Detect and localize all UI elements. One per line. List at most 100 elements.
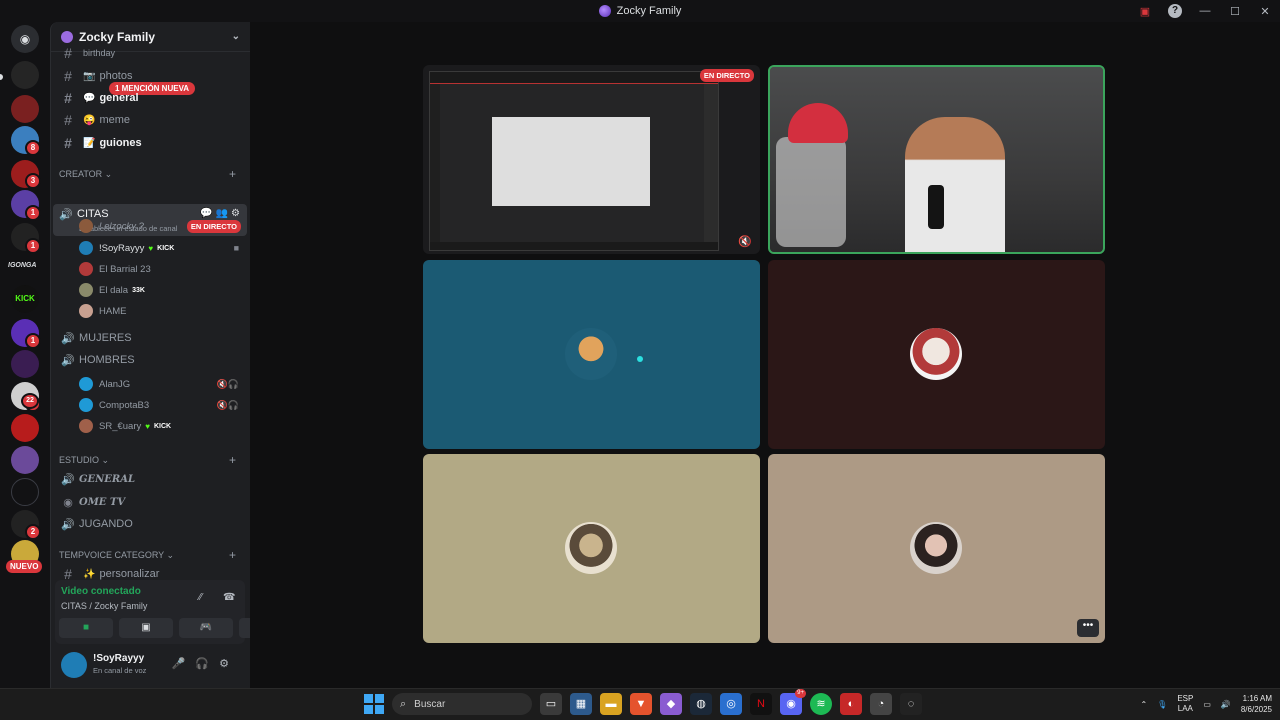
- voice-channel-hombres[interactable]: 🔊 HOMBRES: [51, 350, 251, 370]
- server-icon-kick[interactable]: KICK: [11, 285, 39, 313]
- server-icon-9[interactable]: [11, 350, 39, 378]
- minimize-button[interactable]: —: [1190, 5, 1220, 17]
- speaker-icon: 🔊: [59, 209, 73, 221]
- stage-channel-ome-tv[interactable]: ◉ OME TV: [51, 492, 251, 512]
- app-icon[interactable]: ◔: [870, 693, 892, 715]
- gear-icon[interactable]: ⚙: [219, 658, 239, 670]
- voice-channel-jugando[interactable]: 🔊 JUGANDO: [51, 514, 251, 534]
- category-estudio[interactable]: ESTUDIO ⌄: [59, 455, 109, 466]
- voice-user[interactable]: ! elzocky ? EN DIRECTO: [79, 216, 247, 236]
- network-icon[interactable]: ▭: [1203, 700, 1211, 709]
- category-tempvoice[interactable]: TEMPVOICE CATEGORY ⌄: [59, 550, 174, 561]
- channel-emoji: 📷: [83, 70, 96, 82]
- steam-icon[interactable]: ◍: [690, 693, 712, 715]
- file-explorer-icon[interactable]: ▬: [600, 693, 622, 715]
- channel-label: general: [99, 92, 139, 104]
- channel-birthday[interactable]: # birthday: [51, 48, 251, 58]
- server-icon-11[interactable]: [11, 414, 39, 442]
- windows-start-icon[interactable]: [364, 694, 384, 714]
- discord-home-icon[interactable]: ◉: [11, 25, 39, 53]
- camera-tile[interactable]: [768, 65, 1105, 254]
- activities-button[interactable]: 🎮: [179, 618, 233, 638]
- connection-status[interactable]: Video conectado: [61, 586, 141, 597]
- server-icon-2[interactable]: [11, 95, 39, 123]
- server-badge: 22: [21, 393, 39, 409]
- channel-label: OME TV: [79, 496, 126, 508]
- channel-emoji: 💬: [83, 92, 96, 104]
- copilot-icon[interactable]: ◆: [660, 693, 682, 715]
- clock[interactable]: 1:16 AM 8/6/2025: [1241, 693, 1272, 715]
- unread-pill: [0, 74, 3, 80]
- user-panel: !SoyRayyy En canal de voz 🎤🎧⚙: [55, 648, 245, 682]
- muted-deafened-icon: 🔇🎧: [216, 399, 239, 410]
- category-creator[interactable]: CREATOR ⌄: [59, 169, 112, 180]
- netflix-icon[interactable]: N: [750, 693, 772, 715]
- server-icon-iconga[interactable]: IGONGA: [8, 262, 36, 269]
- live-badge: EN DIRECTO: [699, 69, 754, 82]
- category-label: TEMPVOICE CATEGORY: [59, 550, 165, 560]
- participant-tile[interactable]: [423, 260, 760, 449]
- server-icon-13[interactable]: [11, 478, 39, 506]
- voice-user[interactable]: !SoyRayyy ♥ KICK ■: [79, 238, 247, 258]
- voice-user[interactable]: HAME: [79, 301, 247, 321]
- add-channel-icon[interactable]: +: [229, 548, 236, 562]
- more-options-button[interactable]: •••: [1077, 619, 1099, 637]
- screen-share-button[interactable]: ▣: [119, 618, 173, 638]
- help-icon[interactable]: ?: [1168, 4, 1182, 18]
- chevron-up-icon[interactable]: ⌃: [1140, 700, 1147, 709]
- participant-tile[interactable]: [423, 454, 760, 643]
- language-indicator[interactable]: ESP LAA: [1177, 694, 1193, 714]
- close-button[interactable]: ✕: [1250, 5, 1280, 18]
- mic-icon[interactable]: 🎤: [172, 658, 196, 670]
- voice-channel-mujeres[interactable]: 🔊 MUJERES: [51, 328, 251, 348]
- server-icon-1[interactable]: [11, 61, 39, 89]
- voice-user[interactable]: El Barrial 23: [79, 259, 247, 279]
- user-name[interactable]: !SoyRayyy: [93, 653, 144, 664]
- channel-meme[interactable]: # 😜 meme: [51, 110, 251, 130]
- brave-icon[interactable]: ▼: [630, 693, 652, 715]
- store-icon[interactable]: ▦: [570, 693, 592, 715]
- server-icon-12[interactable]: [11, 446, 39, 474]
- screen-taskbar: [430, 242, 718, 250]
- voice-channel-general[interactable]: 🔊 GENERAL: [51, 469, 251, 489]
- headphones-icon[interactable]: 🎧: [195, 658, 219, 670]
- volume-icon[interactable]: 🔊: [1221, 700, 1231, 709]
- add-channel-icon[interactable]: +: [229, 453, 236, 467]
- taskbar-search[interactable]: ⌕ Buscar: [392, 693, 532, 715]
- app-icon[interactable]: ◌: [900, 693, 922, 715]
- voice-user[interactable]: El dala 33K: [79, 280, 247, 300]
- avatar: [79, 262, 93, 276]
- user-name: ! elzocky ?: [99, 220, 144, 232]
- app-icon[interactable]: ◐: [840, 693, 862, 715]
- app-icon[interactable]: ◎: [720, 693, 742, 715]
- avatar: [79, 419, 93, 433]
- user-name: !SoyRayyy: [99, 242, 145, 254]
- user-tag: KICK: [154, 422, 172, 430]
- add-channel-icon[interactable]: +: [229, 167, 236, 181]
- mute-icon[interactable]: 🔇: [738, 235, 752, 248]
- camera-button[interactable]: ■: [59, 618, 113, 638]
- connection-channel[interactable]: CITAS / Zocky Family: [61, 601, 147, 611]
- discord-icon[interactable]: ◉ 9+: [780, 689, 806, 715]
- voice-user[interactable]: CompotaB3 🔇🎧: [79, 395, 247, 415]
- mic-tray-icon[interactable]: 🎙: [1157, 700, 1167, 709]
- screen-share-icon[interactable]: ▣: [1130, 5, 1160, 18]
- noise-suppression-icon[interactable]: ⁄⁄: [199, 592, 202, 603]
- channel-general[interactable]: # 💬 general: [51, 88, 251, 108]
- channel-guiones[interactable]: # 📝 guiones: [51, 133, 251, 153]
- avatar[interactable]: [61, 652, 87, 678]
- participant-avatar: [910, 328, 962, 380]
- speaker-icon: 🔊: [61, 518, 75, 531]
- disconnect-icon[interactable]: ☎: [223, 592, 235, 603]
- server-name: Zocky Family: [79, 29, 156, 44]
- voice-user[interactable]: SR_€uary ♥ KICK: [79, 416, 247, 436]
- participant-tile[interactable]: [768, 260, 1105, 449]
- server-list: ◉ 8 3 1 1 IGONGA KICK 1 1 22 2 NUEVO: [0, 22, 50, 688]
- channel-label: GENERAL: [79, 473, 136, 485]
- task-view-icon[interactable]: ▭: [540, 693, 562, 715]
- voice-user[interactable]: AlanJG 🔇🎧: [79, 374, 247, 394]
- spotify-icon[interactable]: ≋: [810, 693, 832, 715]
- maximize-button[interactable]: ☐: [1220, 5, 1250, 18]
- screen-share-tile[interactable]: EN DIRECTO 🔇: [423, 65, 760, 254]
- participant-tile[interactable]: •••: [768, 454, 1105, 643]
